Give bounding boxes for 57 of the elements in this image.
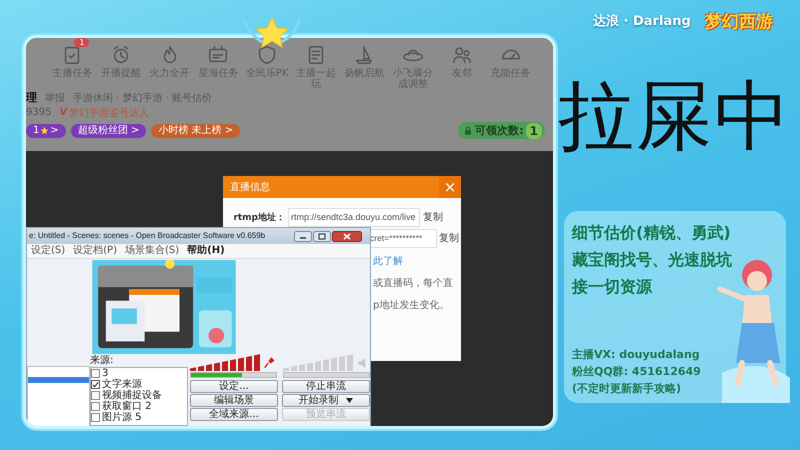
minimize-icon	[294, 230, 312, 242]
claim-button[interactable]: 可领次数: 1	[458, 122, 545, 139]
source-item[interactable]: 获取窗口 2	[91, 401, 187, 412]
source-item[interactable]: 图片源 5	[91, 412, 187, 423]
obs-button[interactable]: 设定...	[190, 380, 278, 393]
room-title: 理	[26, 90, 37, 105]
obs-button[interactable]: 开始录制	[282, 394, 370, 407]
promo-text: 接一切资源	[572, 276, 654, 298]
source-item[interactable]: 文字来源	[91, 379, 187, 390]
lock-icon	[463, 126, 474, 136]
maximize-icon	[313, 230, 331, 242]
obs-button[interactable]: 编辑场景	[190, 394, 278, 407]
tag-button[interactable]: 小时榜 未上榜 >	[151, 124, 240, 138]
streamer-name: 达浪 · Darlang	[593, 12, 691, 30]
game-logo: 梦幻西游	[704, 10, 773, 32]
checkbox[interactable]	[91, 413, 100, 422]
contact-text: (不定时更新新手攻略)	[572, 381, 682, 397]
note-text: p地址发生变化。	[373, 298, 450, 312]
menu-item[interactable]: 场景集合(S)	[125, 244, 180, 258]
note-text: 或直播码，每个直	[373, 276, 453, 290]
volume-slider[interactable]	[283, 372, 370, 378]
count-badge: 1	[526, 122, 542, 138]
volume-meter	[190, 354, 261, 371]
contact-text: 主播VX: douyudalang	[572, 347, 701, 363]
verified-title: 梦幻手游鉴号达人	[69, 106, 150, 120]
dropdown-arrow-icon	[344, 396, 354, 405]
microphone-icon	[263, 355, 277, 371]
tag-button[interactable]: 1 >	[26, 124, 66, 138]
checkbox[interactable]	[91, 402, 100, 411]
field-label: rtmp地址：	[232, 211, 285, 224]
source-item[interactable]: 3	[91, 368, 187, 379]
obs-button[interactable]: 全域来源...	[190, 408, 278, 421]
window-title: e: Untitled - Scenes: scenes - Open Broadcaster Software v0.659b	[28, 230, 266, 242]
source-item[interactable]: 视频捕捉设备	[91, 390, 187, 401]
menu-item[interactable]: 帮助(H)	[187, 244, 225, 258]
volume-slider[interactable]	[190, 372, 277, 378]
copy-link[interactable]: 复制	[439, 231, 459, 245]
obs-button[interactable]: 停止串流	[282, 380, 370, 393]
promo-text: 细节估价(精锐、勇武)	[572, 222, 732, 244]
contact-text: 粉丝QQ群: 451612649	[572, 364, 702, 380]
menu-item[interactable]: 设定(S)	[31, 244, 66, 258]
notification-badge: 1	[74, 38, 90, 47]
checkbox[interactable]	[91, 380, 100, 389]
promo-text: 藏宝阁找号、光速脱坑	[572, 249, 733, 271]
dialog-title: 直播信息	[229, 180, 271, 194]
copy-link[interactable]: 复制	[423, 210, 443, 224]
tag-button[interactable]: 超级粉丝团 >	[70, 124, 146, 138]
input-field[interactable]: cret=**********	[369, 228, 437, 248]
input-field[interactable]: rtmp://sendtc3a.douyu.com/live	[288, 208, 420, 226]
checkbox[interactable]	[91, 369, 100, 378]
check-icon	[92, 380, 99, 388]
verified-icon: V	[59, 107, 68, 118]
status-text: 拉屎中	[558, 71, 793, 161]
sources-label: 来源:	[90, 354, 114, 367]
checkbox[interactable]	[91, 391, 100, 400]
close-icon	[332, 230, 362, 242]
menu-item[interactable]: 设定档(P)	[73, 244, 117, 258]
